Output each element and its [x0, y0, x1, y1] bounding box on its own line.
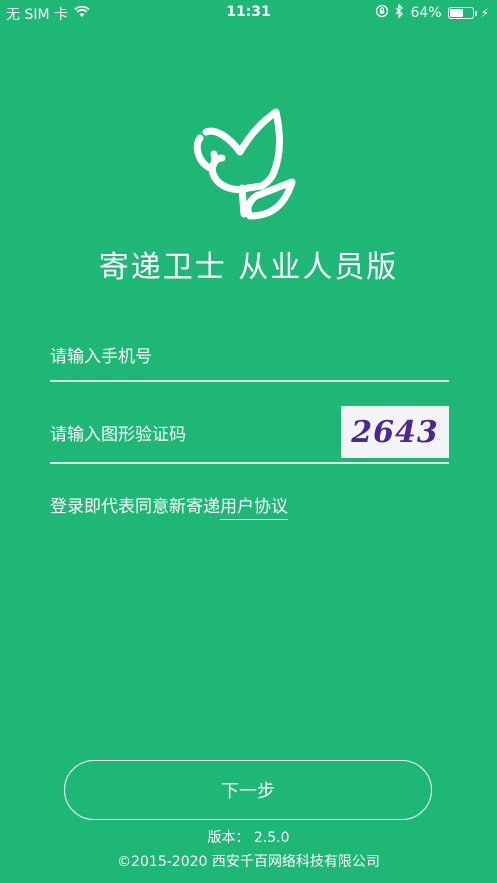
agreement-text: 登录即代表同意新寄递用户协议 [50, 492, 288, 520]
orientation-lock-icon [375, 4, 389, 22]
battery-percent: 64% [410, 5, 442, 21]
charging-icon: ⚡ [480, 6, 489, 20]
phone-input[interactable] [50, 336, 330, 378]
phone-field-container [50, 336, 449, 382]
captcha-field-container: 2643 [50, 406, 449, 464]
status-bar: 无 SIM 卡 11:31 64% ⚡ [0, 0, 497, 26]
captcha-image[interactable]: 2643 [341, 406, 449, 458]
bluetooth-icon [395, 3, 404, 22]
battery-fill [449, 9, 463, 17]
copyright-label: ©2015-2020 西安千百网络科技有限公司 [117, 854, 380, 870]
version-label: 版本： 2.5.0 [207, 830, 290, 846]
battery-icon [447, 7, 474, 19]
user-agreement-link[interactable]: 用户协议 [220, 497, 288, 520]
agreement-prefix: 登录即代表同意新寄递 [50, 497, 220, 517]
bird-icon [186, 108, 302, 220]
app-title: 寄递卫士 从业人员版 [98, 250, 399, 285]
next-step-button[interactable]: 下一步 [64, 760, 432, 820]
status-right: 64% ⚡ [375, 3, 489, 22]
captcha-input[interactable] [50, 414, 330, 456]
battery-cap [474, 10, 477, 16]
